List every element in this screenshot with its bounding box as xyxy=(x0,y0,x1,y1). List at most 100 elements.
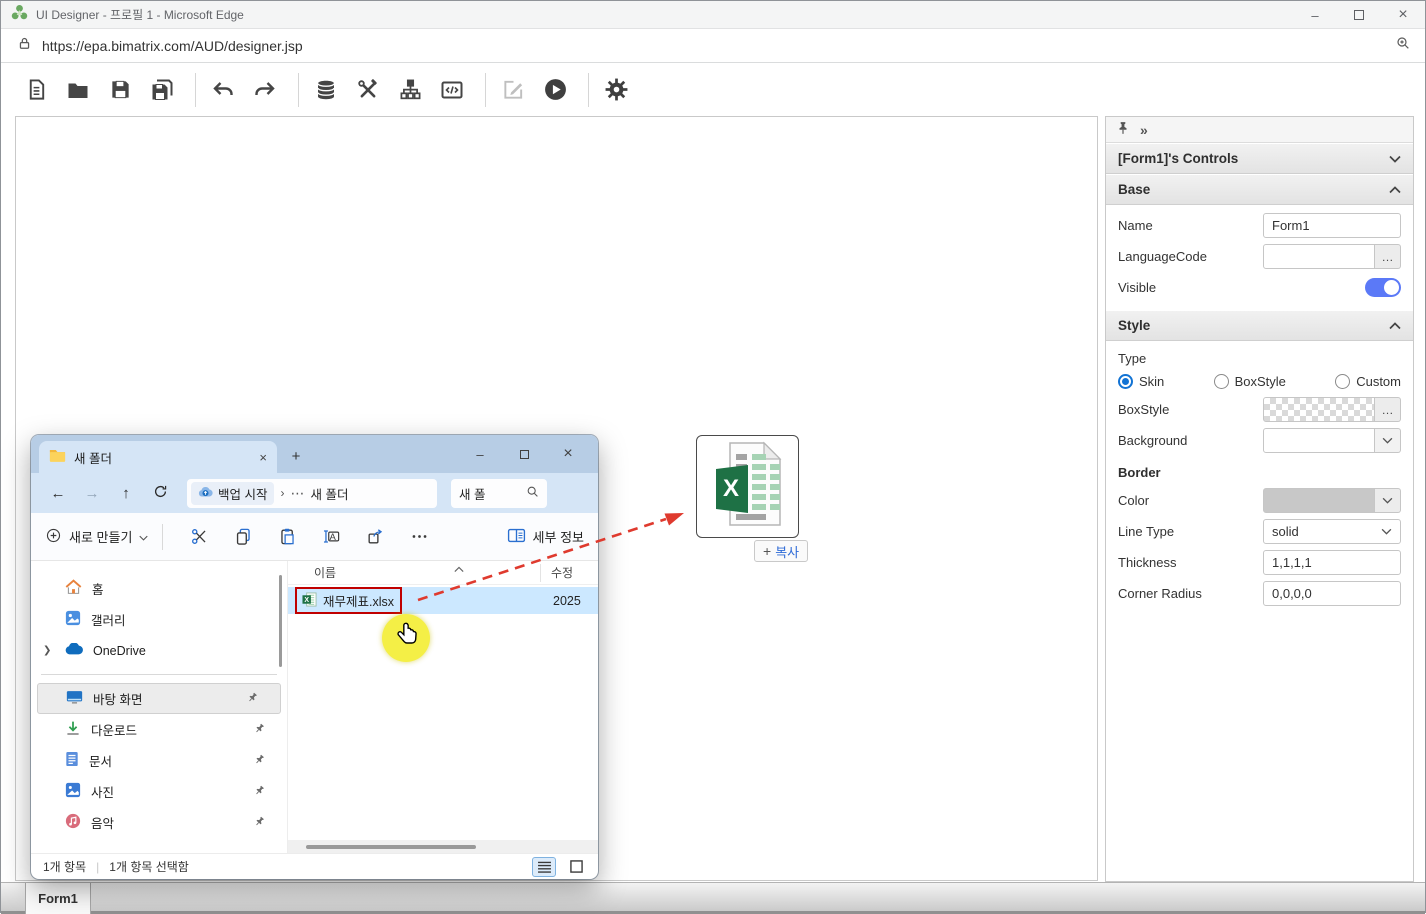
details-button[interactable]: 세부 정보 xyxy=(507,527,584,547)
line-type-select[interactable]: solid xyxy=(1263,519,1401,544)
command-separator xyxy=(162,524,163,550)
type-label: Type xyxy=(1106,341,1413,368)
paste-button[interactable] xyxy=(265,527,309,546)
database-button[interactable] xyxy=(313,77,339,103)
sidebar-item-downloads[interactable]: 다운로드 xyxy=(31,714,287,745)
section-style-header[interactable]: Style xyxy=(1106,310,1413,341)
horizontal-scrollbar-thumb[interactable] xyxy=(306,845,476,849)
toolbar-separator xyxy=(485,73,486,107)
forward-button[interactable]: → xyxy=(77,485,107,502)
radio-skin[interactable]: Skin xyxy=(1118,374,1164,389)
section-base-header[interactable]: Base xyxy=(1106,174,1413,205)
controls-header[interactable]: [Form1]'s Controls xyxy=(1106,143,1413,174)
svg-text:X: X xyxy=(722,475,738,502)
sidebar-item-label: 음악 xyxy=(91,813,114,832)
address-bar[interactable]: 백업 시작 › ⋯ 새 폴더 xyxy=(187,479,437,508)
up-button[interactable]: ↑ xyxy=(111,485,141,502)
corner-radius-field[interactable] xyxy=(1263,581,1401,606)
list-view-button[interactable] xyxy=(532,857,556,877)
name-field[interactable] xyxy=(1263,213,1401,238)
sidebar-item-desktop[interactable]: 바탕 화면 xyxy=(37,683,281,714)
sidebar-item-pictures[interactable]: 사진 xyxy=(31,776,287,807)
search-box[interactable] xyxy=(451,479,547,508)
languagecode-field[interactable] xyxy=(1263,244,1375,269)
collapse-panel-icon[interactable]: » xyxy=(1140,122,1148,138)
thickness-field[interactable] xyxy=(1263,550,1401,575)
save-button[interactable] xyxy=(107,77,133,103)
breadcrumb-root[interactable]: 백업 시작 xyxy=(191,482,274,505)
boxstyle-browse-button[interactable]: … xyxy=(1375,397,1401,422)
visible-toggle[interactable] xyxy=(1365,278,1401,297)
sidebar-item-onedrive[interactable]: ❯ OneDrive xyxy=(31,635,287,666)
sidebar-scrollbar[interactable] xyxy=(279,575,282,667)
new-tab-button[interactable]: + xyxy=(283,443,309,469)
explorer-minimize-button[interactable]: – xyxy=(458,435,502,473)
sidebar-item-home[interactable]: 홈 xyxy=(31,573,287,604)
new-file-button[interactable] xyxy=(23,77,49,103)
icon-view-button[interactable] xyxy=(564,857,588,877)
explorer-close-button[interactable]: × xyxy=(546,435,590,473)
border-color-swatch[interactable] xyxy=(1263,488,1375,513)
url-text[interactable]: https://epa.bimatrix.com/AUD/designer.js… xyxy=(42,38,303,54)
refresh-button[interactable] xyxy=(145,484,175,503)
explorer-command-bar: 새로 만들기 A 세부 정보 xyxy=(31,513,598,561)
background-swatch[interactable] xyxy=(1263,428,1375,453)
redo-button[interactable] xyxy=(252,77,278,103)
horizontal-scrollbar[interactable] xyxy=(288,840,598,853)
excel-drop-preview[interactable]: X xyxy=(696,435,799,538)
border-color-dropdown-button[interactable] xyxy=(1375,488,1401,513)
languagecode-browse-button[interactable]: … xyxy=(1375,244,1401,269)
maximize-button[interactable] xyxy=(1337,1,1381,29)
copy-button[interactable] xyxy=(221,527,265,546)
name-label: Name xyxy=(1118,218,1153,233)
sidebar-item-label: 갤러리 xyxy=(91,610,126,629)
run-button[interactable] xyxy=(542,77,568,103)
explorer-tab[interactable]: 새 폴더 × xyxy=(39,441,277,473)
close-button[interactable]: × xyxy=(1381,1,1425,29)
share-button[interactable] xyxy=(353,527,397,546)
pin-icon[interactable] xyxy=(1116,121,1130,138)
boxstyle-swatch[interactable] xyxy=(1263,397,1375,422)
status-separator: | xyxy=(96,860,99,874)
boxstyle-label: BoxStyle xyxy=(1118,402,1169,417)
sidebar-item-documents[interactable]: 문서 xyxy=(31,745,287,776)
undo-button[interactable] xyxy=(210,77,236,103)
breadcrumb-current[interactable]: 새 폴더 xyxy=(310,484,348,503)
minimize-button[interactable]: – xyxy=(1293,1,1337,29)
code-button[interactable] xyxy=(439,77,465,103)
sidebar-item-gallery[interactable]: 갤러리 xyxy=(31,604,287,635)
back-button[interactable]: ← xyxy=(43,485,73,502)
form-tab-bar: Form1 xyxy=(1,882,1425,914)
background-dropdown-button[interactable] xyxy=(1375,428,1401,453)
column-modified[interactable]: 수정 xyxy=(551,564,573,581)
radio-custom-label: Custom xyxy=(1356,374,1401,389)
column-name[interactable]: 이름 xyxy=(288,564,336,581)
zoom-in-icon[interactable] xyxy=(1395,35,1411,56)
tab-form1[interactable]: Form1 xyxy=(25,883,91,914)
sidebar-item-label: 홈 xyxy=(92,579,104,598)
settings-button[interactable] xyxy=(603,77,629,103)
border-color-label: Color xyxy=(1118,493,1149,508)
radio-custom[interactable]: Custom xyxy=(1335,374,1401,389)
pictures-icon xyxy=(65,782,81,801)
search-input[interactable] xyxy=(459,486,519,500)
expand-chevron-icon[interactable]: ❯ xyxy=(43,645,51,656)
more-button[interactable] xyxy=(397,527,441,546)
column-divider[interactable] xyxy=(540,564,541,582)
sidebar-item-music[interactable]: 음악 xyxy=(31,807,287,838)
toggle-knob xyxy=(1384,280,1399,295)
plus-icon: + xyxy=(763,543,771,559)
hierarchy-button[interactable] xyxy=(397,77,423,103)
edit-button[interactable] xyxy=(500,77,526,103)
radio-boxstyle[interactable]: BoxStyle xyxy=(1214,374,1286,389)
save-all-button[interactable] xyxy=(149,77,175,103)
tools-button[interactable] xyxy=(355,77,381,103)
file-row[interactable]: X 재무제표.xlsx 2025 xyxy=(288,587,598,614)
new-item-button[interactable]: 새로 만들기 xyxy=(45,527,148,547)
explorer-maximize-button[interactable] xyxy=(502,435,546,473)
rename-button[interactable]: A xyxy=(309,527,353,546)
cut-button[interactable] xyxy=(177,527,221,546)
open-folder-button[interactable] xyxy=(65,77,91,103)
tab-close-icon[interactable]: × xyxy=(259,450,267,465)
breadcrumb-ellipsis[interactable]: ⋯ xyxy=(290,485,304,502)
